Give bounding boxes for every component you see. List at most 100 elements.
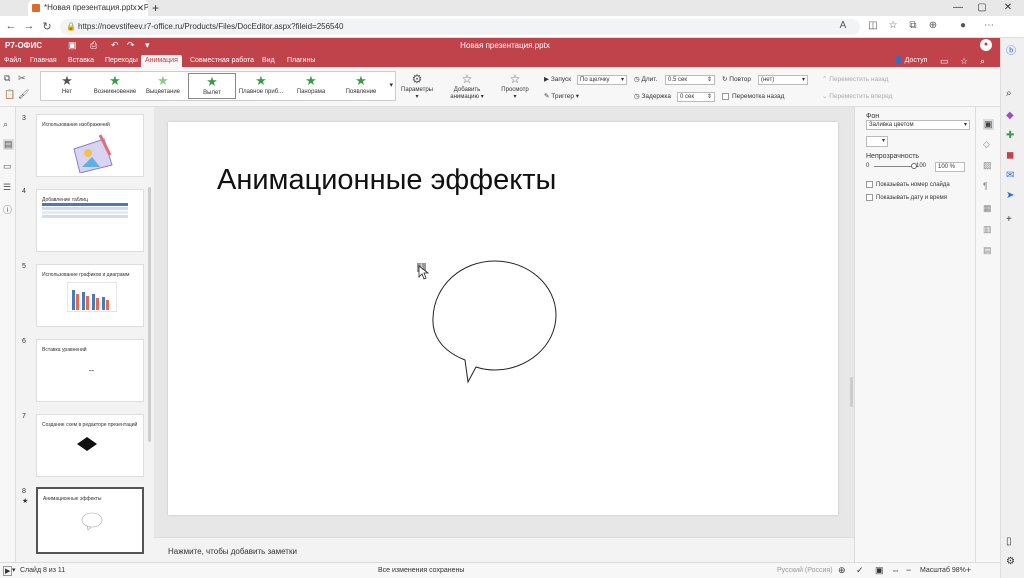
preview-button[interactable]: ☆ Просмотр ▾ <box>497 71 533 100</box>
office-icon[interactable]: ◼ <box>1006 150 1014 161</box>
paragraph-settings-icon[interactable]: ¶ <box>983 181 988 191</box>
thumbnails-scrollbar[interactable] <box>148 187 151 442</box>
rewind-checkbox[interactable]: Перемотка назад <box>722 91 784 102</box>
slide-settings-icon[interactable]: ▣ <box>983 119 994 130</box>
save-icon[interactable]: ▣ <box>68 40 77 51</box>
minimize-button[interactable]: — <box>948 0 968 16</box>
back-icon[interactable]: ← <box>4 20 18 32</box>
anim-emerge[interactable]: ★ Появление <box>337 73 385 99</box>
tab-animation[interactable]: Анимация <box>141 55 182 67</box>
notes-area[interactable]: Нажмите, чтобы добавить заметки <box>154 537 854 562</box>
spellcheck-icon[interactable]: ✓ <box>856 565 864 576</box>
redo-icon[interactable]: ↷ <box>127 40 135 51</box>
language-indicator[interactable]: Русский (Россия) <box>777 567 833 574</box>
send-icon[interactable]: ➤ <box>1006 190 1014 201</box>
anim-pan[interactable]: ★ Панорама <box>287 73 335 99</box>
show-slide-number-checkbox[interactable]: Показывать номер слайда <box>866 180 950 191</box>
tab-transitions[interactable]: Переходы <box>101 55 142 67</box>
tab-plugins[interactable]: Плагины <box>283 55 319 67</box>
collections-icon[interactable]: ⧉ <box>906 20 920 31</box>
reader-icon[interactable]: A <box>836 20 850 31</box>
extensions-icon[interactable]: ⊕ <box>926 20 940 31</box>
slide-thumbnail-8[interactable]: Анимационные эффекты <box>36 487 144 554</box>
image-settings-icon[interactable]: ▨ <box>983 160 992 171</box>
reload-icon[interactable]: ↻ <box>40 20 54 33</box>
forward-icon[interactable]: → <box>22 20 36 32</box>
outlook-icon[interactable]: ✉ <box>1006 170 1014 181</box>
table-settings-icon[interactable]: ▦ <box>983 203 992 214</box>
move-back-button[interactable]: ⌃ Переместить назад <box>822 74 888 85</box>
favorites-icon[interactable]: ☆ <box>886 20 900 31</box>
tab-home[interactable]: Главная <box>26 55 61 67</box>
speech-bubble-shape[interactable] <box>430 260 560 386</box>
tools-icon[interactable]: ✚ <box>1006 130 1014 141</box>
print-icon[interactable]: ⎙ <box>90 40 97 51</box>
zoom-in-icon[interactable]: + <box>966 565 971 575</box>
close-tab-icon[interactable]: ✕ <box>136 0 144 16</box>
show-date-checkbox[interactable]: Показывать дату и время <box>866 193 947 204</box>
fit-slide-icon[interactable]: ▣ <box>875 565 884 576</box>
favorite-star-icon[interactable]: ☆ <box>960 56 968 67</box>
slide-thumbnail-7[interactable]: Создание схем в редакторе презентаций <box>36 414 144 477</box>
tab-insert[interactable]: Вставка <box>64 55 98 67</box>
zoom-out-icon[interactable]: − <box>906 565 911 575</box>
anim-appear[interactable]: ★ Возникновение <box>91 73 139 99</box>
cut-icon[interactable]: ✂ <box>18 73 26 84</box>
parameters-button[interactable]: ⚙ Параметры ▾ <box>399 71 435 100</box>
slideshow-dropdown-icon[interactable]: ▾ <box>12 566 16 574</box>
format-painter-icon[interactable]: 🖌 <box>18 89 29 100</box>
browser-tab[interactable]: *Новая презентация.pptx - Р7-О ✕ <box>28 0 148 16</box>
slide-title[interactable]: Анимационные эффекты <box>217 164 556 197</box>
add-animation-button[interactable]: ☆ Добавить анимацию ▾ <box>447 71 487 100</box>
new-tab-button[interactable]: + <box>152 0 159 16</box>
open-location-icon[interactable]: ▭ <box>940 56 949 67</box>
trigger-button[interactable]: ✎ Триггер ▾ <box>544 91 579 102</box>
slide-thumbnail-5[interactable]: Использование графиков и диаграмм <box>36 264 144 327</box>
slide-thumbnail-4[interactable]: Добавление таблиц <box>36 189 144 252</box>
paste-icon[interactable]: 📋 <box>4 89 15 100</box>
sidebar-search-icon[interactable]: ⌕ <box>1006 88 1012 99</box>
info-icon[interactable]: ⓘ <box>3 203 12 216</box>
search-icon[interactable]: ⌕ <box>980 56 985 67</box>
user-avatar[interactable]: ● <box>980 39 992 51</box>
gallery-expand-icon[interactable]: ▾ <box>389 81 393 89</box>
more-icon[interactable]: ⋯ <box>982 20 996 31</box>
copy-icon[interactable]: ⧉ <box>4 73 10 84</box>
anim-fade[interactable]: ★ Выцветание <box>139 73 187 99</box>
fill-color-picker[interactable]: ▾ <box>866 136 888 147</box>
anim-float-in[interactable]: ★ Плавное приб... <box>237 73 285 99</box>
editor-scrollbar[interactable] <box>850 377 853 407</box>
chart-settings-icon[interactable]: ▥ <box>983 224 992 235</box>
opacity-slider-track[interactable] <box>874 163 917 169</box>
access-button[interactable]: 👤 Доступ <box>894 55 927 67</box>
window-close-button[interactable]: ✕ <box>998 0 1018 16</box>
slides-icon[interactable]: ▤ <box>3 139 14 150</box>
shape-settings-icon[interactable]: ◇ <box>983 139 990 150</box>
anim-none[interactable]: ★ Нет <box>43 73 91 99</box>
comments-icon[interactable]: ▭ <box>3 161 12 172</box>
search-icon[interactable]: ⌕ <box>3 119 8 130</box>
globe-icon[interactable]: ⊕ <box>838 565 846 576</box>
anim-fly-in[interactable]: ★ Вылет <box>188 73 236 99</box>
sidebar-layout-icon[interactable]: ▯ <box>1006 536 1012 547</box>
duration-input[interactable]: 0.5 сек ⇕ <box>665 75 715 85</box>
split-screen-icon[interactable]: ◫ <box>866 20 880 31</box>
tab-view[interactable]: Вид <box>258 55 279 67</box>
slide-thumbnail-6[interactable]: Вставка уравнений <box>36 339 144 402</box>
customize-icon[interactable]: ▾ <box>145 40 150 51</box>
url-field[interactable]: 🔒 https://noevstifeev.r7-office.ru/Produ… <box>60 19 860 35</box>
repeat-select[interactable]: (нет) ▾ <box>758 75 808 85</box>
slideshow-icon[interactable]: ▶ <box>3 566 13 576</box>
fill-type-select[interactable]: Заливка цветом ▾ <box>866 120 970 130</box>
shopping-icon[interactable]: ◆ <box>1006 110 1014 121</box>
slide-canvas[interactable]: Анимационные эффекты 1 <box>168 122 838 515</box>
fit-width-icon[interactable]: ⇔ <box>891 565 900 575</box>
move-forward-button[interactable]: ⌄ Переместить вперед <box>822 91 892 102</box>
settings-gear-icon[interactable]: ⚙ <box>1006 556 1015 567</box>
undo-icon[interactable]: ↶ <box>111 40 119 51</box>
textart-settings-icon[interactable]: ▤ <box>983 245 992 256</box>
chat-icon[interactable]: ☰ <box>3 182 11 193</box>
tab-collaboration[interactable]: Совместная работа <box>186 55 258 67</box>
delay-input[interactable]: 0 сек ⇕ <box>677 92 715 102</box>
add-sidebar-icon[interactable]: + <box>1006 214 1012 225</box>
